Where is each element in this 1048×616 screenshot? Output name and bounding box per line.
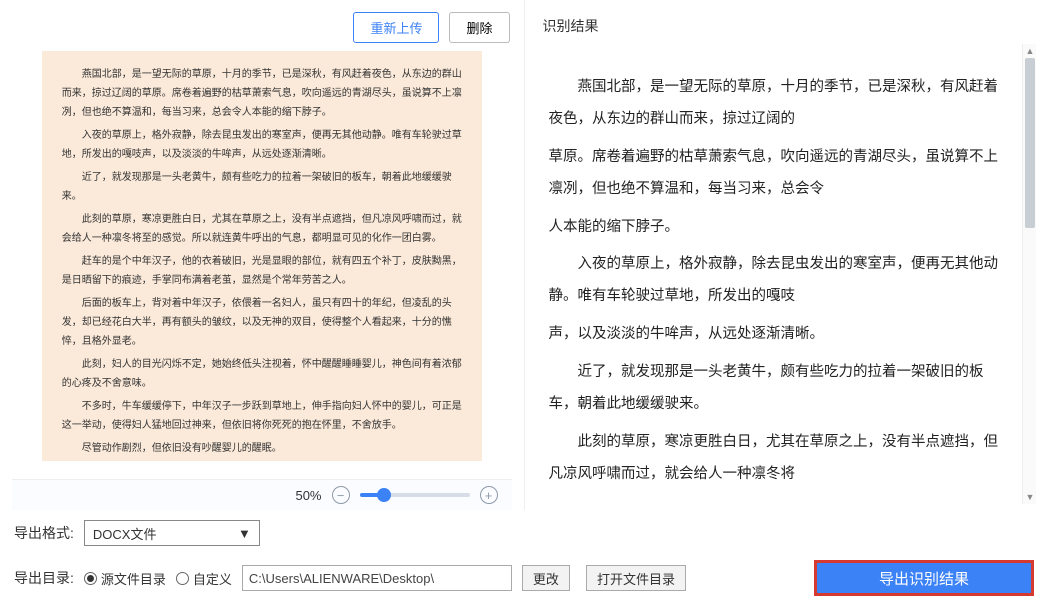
chevron-down-icon: ▼ (238, 526, 251, 541)
export-path-input[interactable]: C:\Users\ALIENWARE\Desktop\ (242, 565, 512, 591)
document-preview: 燕国北部，是一望无际的草原，十月的季节，已是深秋，有风赶着夜色，从东边的群山而来… (12, 51, 512, 479)
result-text[interactable]: 燕国北部，是一望无际的草原，十月的季节，已是深秋，有风赶着夜色，从东边的群山而来… (537, 44, 1023, 504)
radio-source-dir-label: 源文件目录 (101, 569, 166, 588)
result-title: 识别结果 (537, 6, 1037, 44)
result-scrollbar[interactable]: ▲ ▼ (1022, 44, 1036, 504)
result-line: 草原。席卷着遍野的枯草萧索气息，吹向遥远的青湖尽头，虽说算不上凛冽，但也绝不算温… (549, 142, 1007, 206)
zoom-slider-thumb[interactable] (377, 488, 391, 502)
doc-paragraph: 尽管动作剧烈，但依旧没有吵醒婴儿的醒眠。 (62, 439, 462, 458)
radio-source-dir[interactable]: 源文件目录 (84, 569, 166, 588)
zoom-value: 50% (295, 488, 321, 503)
doc-paragraph: 入夜的草原上，格外寂静，除去昆虫发出的寒室声，便再无其他动静。唯有车轮驶过草地，… (62, 126, 462, 164)
export-path-value: C:\Users\ALIENWARE\Desktop\ (249, 571, 434, 586)
source-toolbar: 重新上传 删除 (12, 6, 512, 51)
result-line: 入夜的草原上，格外寂静，除去昆虫发出的寒室声，便再无其他动静。唯有车轮驶过草地，… (549, 249, 1007, 313)
zoom-bar: 50% − + (12, 479, 512, 510)
radio-custom-dir[interactable]: 自定义 (176, 569, 232, 588)
zoom-in-icon[interactable]: + (480, 486, 498, 504)
zoom-out-icon[interactable]: − (332, 486, 350, 504)
reupload-button[interactable]: 重新上传 (353, 12, 439, 43)
result-line: 此刻的草原，寒凉更胜白日，尤其在草原之上，没有半点遮挡，但凡凉风呼啸而过，就会给… (549, 427, 1007, 491)
radio-dot-off-icon (176, 572, 189, 585)
result-line: 燕国北部，是一望无际的草原，十月的季节，已是深秋，有风赶着夜色，从东边的群山而来… (549, 72, 1007, 136)
doc-paragraph: 此刻的草原，寒凉更胜白日，尤其在草原之上，没有半点遮挡，但凡凉风呼啸而过，就会给… (62, 210, 462, 248)
radio-custom-dir-label: 自定义 (193, 569, 232, 588)
radio-dot-on-icon (84, 572, 97, 585)
result-line: 近了，就发现那是一头老黄牛，颇有些吃力的拉着一架破旧的板车，朝着此地缓缓驶来。 (549, 357, 1007, 421)
delete-button[interactable]: 删除 (449, 12, 509, 43)
change-path-button[interactable]: 更改 (522, 565, 570, 591)
scroll-up-icon[interactable]: ▲ (1024, 45, 1036, 57)
doc-paragraph: 近了，就发现那是一头老黄牛，颇有些吃力的拉着一架破旧的板车，朝着此地缓缓驶来。 (62, 168, 462, 206)
export-format-label: 导出格式: (14, 523, 74, 543)
scroll-thumb[interactable] (1025, 58, 1035, 228)
export-dir-label: 导出目录: (14, 568, 74, 588)
zoom-slider[interactable] (360, 493, 470, 497)
export-bar: 导出格式: DOCX文件 ▼ 导出目录: 源文件目录 自定义 C:\Users\… (0, 510, 1048, 606)
result-panel: 识别结果 燕国北部，是一望无际的草原，十月的季节，已是深秋，有风赶着夜色，从东边… (525, 0, 1048, 510)
export-format-select[interactable]: DOCX文件 ▼ (84, 520, 260, 546)
doc-paragraph: 不多时，牛车缓缓停下，中年汉子一步跃到草地上，伸手指向妇人怀中的婴儿，可正是这一… (62, 397, 462, 435)
result-line: 人本能的缩下脖子。 (549, 212, 1007, 244)
source-panel: 重新上传 删除 燕国北部，是一望无际的草原，十月的季节，已是深秋，有风赶着夜色，… (0, 0, 525, 510)
export-format-value: DOCX文件 (93, 524, 157, 543)
doc-paragraph: 此刻，妇人的目光闪烁不定，她始终低头注视着，怀中醒醒睡睡婴儿，神色间有着浓郁的心… (62, 355, 462, 393)
doc-paragraph: 后面的板车上，背对着中年汉子，依偎着一名妇人，虽只有四十的年纪，但凌乱的头发，却… (62, 294, 462, 351)
document-page: 燕国北部，是一望无际的草原，十月的季节，已是深秋，有风赶着夜色，从东边的群山而来… (42, 51, 482, 461)
doc-paragraph: 赶车的是个中年汉子，他的衣着破旧，光是显眼的部位，就有四五个补丁，皮肤黝黑，是日… (62, 252, 462, 290)
open-folder-button[interactable]: 打开文件目录 (586, 565, 686, 591)
scroll-down-icon[interactable]: ▼ (1024, 491, 1036, 503)
export-result-button[interactable]: 导出识别结果 (814, 560, 1034, 596)
doc-paragraph: 燕国北部，是一望无际的草原，十月的季节，已是深秋，有风赶着夜色，从东边的群山而来… (62, 65, 462, 122)
result-line: 声，以及淡淡的牛哞声，从远处逐渐清晰。 (549, 319, 1007, 351)
